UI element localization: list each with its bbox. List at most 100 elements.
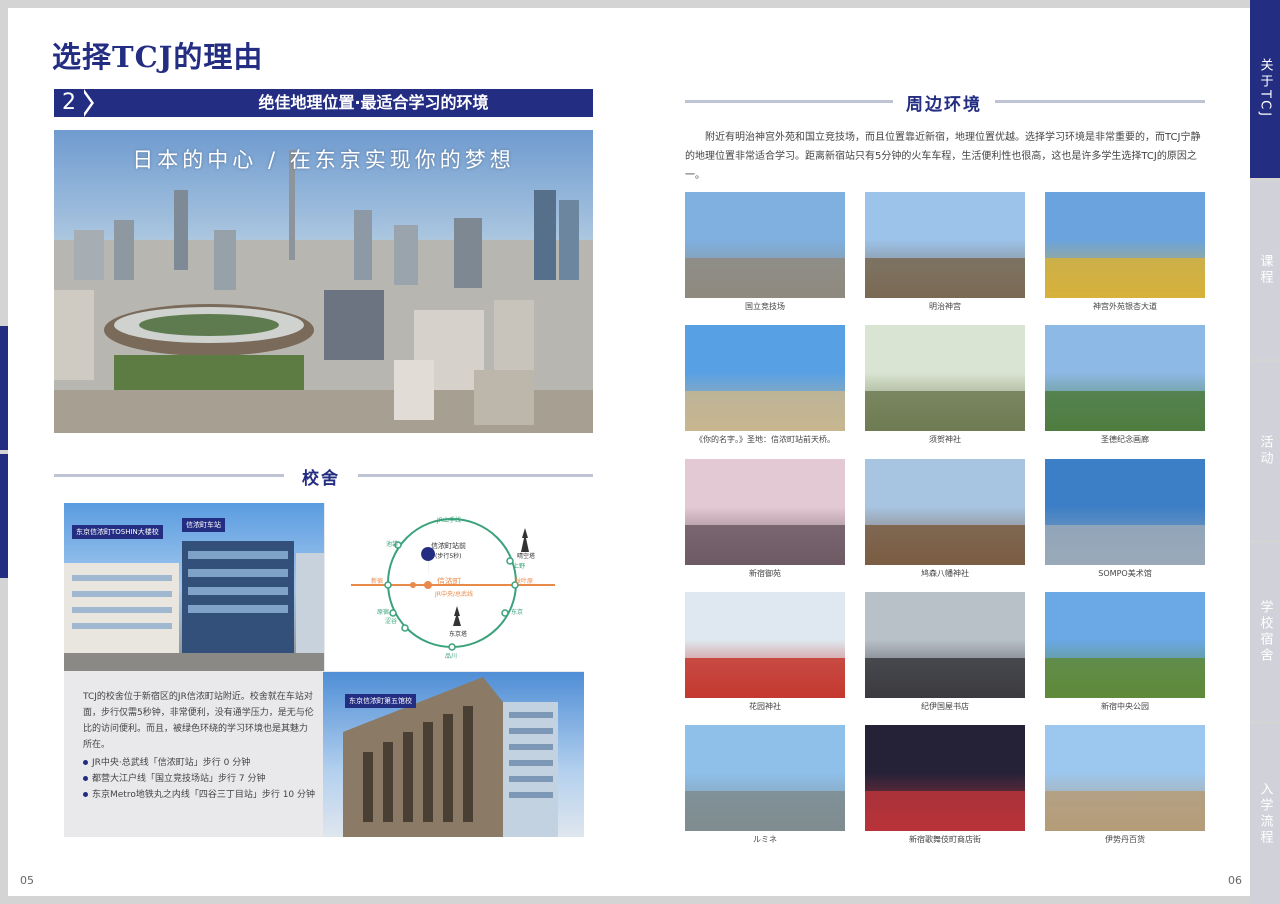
tab-label: 入学流程 (1257, 782, 1273, 846)
access-item: 东京Metro地铁丸之内线「四谷三丁目站」步行 10 分钟 (83, 787, 316, 803)
route-map-svg (351, 518, 555, 651)
access-item: 都营大江户线「国立竞技场站」步行 7 分钟 (83, 771, 316, 787)
map-harajuku: 原宿 (377, 609, 390, 616)
access-text: 东京Metro地铁丸之内线「四谷三丁目站」步行 10 分钟 (92, 790, 316, 800)
photo-ground (685, 790, 845, 831)
location-pin-icon (421, 547, 436, 579)
photo-card: 纪伊国屋书店 (865, 592, 1025, 713)
edge-tab-top (0, 326, 8, 450)
photo-card: 伊势丹百货 (1045, 725, 1205, 846)
photo-image (1045, 459, 1205, 565)
map-shinagawa: 品川 (445, 653, 458, 660)
photo-image (865, 325, 1025, 431)
photo-caption: 新宿御苑 (749, 569, 781, 578)
section-number: 2 (62, 90, 76, 115)
campus-building-photo: 东京信浓町TOSHIN大楼校 信浓町车站 (64, 503, 324, 671)
photo-ground (1045, 524, 1205, 565)
env-heading-line-left (685, 100, 893, 103)
photo-card: 国立竞技场 (685, 192, 845, 313)
skytree-icon (521, 528, 529, 552)
environment-text: 附近有明治神宫外苑和国立竞技场，而且位置靠近新宿，地理位置优越。选择学习环境是非… (685, 132, 1201, 181)
tab-label: 活动 (1257, 435, 1273, 467)
tab-about-tcj[interactable]: 关于TCJ (1250, 0, 1280, 178)
map-shinanomachi-info: 信浓町站前 (431, 542, 466, 550)
photo-image (685, 325, 845, 431)
hero-caption: 日本的中心 / 在东京实现你的梦想 (132, 148, 515, 172)
photo-image (865, 725, 1025, 831)
photo-ground (685, 657, 845, 698)
photo-ground (865, 790, 1025, 831)
photo-card: 花园神社 (685, 592, 845, 713)
photo-card: 《你的名字。》圣地：信浓町站前天桥。 (685, 325, 845, 446)
tokyo-skyline-photo: 日本的中心 / 在东京实现你的梦想 (54, 130, 593, 433)
tab-admission[interactable]: 入学流程 (1250, 724, 1280, 904)
station-label: 信浓町车站 (182, 518, 225, 532)
tab-dormitory[interactable]: 学校宿舍 (1250, 543, 1280, 721)
map-akihabara: 秋叶原 (515, 578, 534, 585)
photo-card: SOMPO美术馆 (1045, 459, 1205, 580)
photo-card: ルミネ (685, 725, 845, 846)
photo-card: 新宿歌舞伎町商店街 (865, 725, 1025, 846)
map-yamanote: JR山手线 (437, 517, 461, 524)
photo-caption: 花园神社 (749, 702, 781, 711)
photo-ground (685, 524, 845, 565)
photo-image (1045, 725, 1205, 831)
env-heading-line-right (995, 100, 1205, 103)
photo-caption: 须贺神社 (929, 435, 961, 444)
tab-activities[interactable]: 活动 (1250, 362, 1280, 540)
photo-caption: 鸠森八幡神社 (921, 569, 969, 578)
map-tower: 东京塔 (449, 631, 468, 638)
station-map: JR山手线 池袋 信浓町站前 (步行5秒) 晴空塔 上野 信浓町 秋叶原 新宿 … (325, 503, 584, 671)
photo-image (1045, 325, 1205, 431)
photo-image (685, 725, 845, 831)
photo-image (865, 459, 1025, 565)
access-item: JR中央·总武线「信浓町站」步行 0 分钟 (83, 755, 316, 771)
photo-caption: 新宿中央公园 (1101, 702, 1149, 711)
photo-image (1045, 592, 1205, 698)
skyline-illustration (54, 150, 593, 433)
bullet-icon (83, 776, 88, 781)
photo-card: 鸠森八幡神社 (865, 459, 1025, 580)
photo-image (685, 192, 845, 298)
photo-caption: 伊势丹百货 (1105, 835, 1145, 844)
photo-image (1045, 192, 1205, 298)
photo-ground (865, 257, 1025, 298)
section-title: 绝佳地理位置·最适合学习的环境 (258, 93, 489, 112)
photo-ground (1045, 390, 1205, 431)
access-text: JR中央·总武线「信浓町站」步行 0 分钟 (92, 758, 251, 768)
photo-caption: 圣德纪念画廊 (1101, 435, 1149, 444)
photo-card: 神宫外苑银杏大道 (1045, 192, 1205, 313)
page-title: 选择TCJ的理由 (52, 40, 264, 74)
photo-caption: 明治神宫 (929, 302, 961, 311)
photo-card: 新宿御苑 (685, 459, 845, 580)
photo-caption: SOMPO美术馆 (1098, 569, 1152, 578)
building1-label: 东京信浓町TOSHIN大楼校 (72, 525, 163, 539)
photo-image (685, 459, 845, 565)
photo-image (865, 592, 1025, 698)
heading-line-right (358, 474, 593, 477)
campus-description-text: TCJ的校舍位于新宿区的JR信浓町站附近。校舍就在车站对面，步行仅需5秒钟，非常… (83, 692, 314, 750)
photo-caption: 神宫外苑银杏大道 (1093, 302, 1157, 311)
photo-caption: 《你的名字。》圣地：信浓町站前天桥。 (695, 435, 835, 444)
map-shibuya: 涩谷 (385, 618, 398, 625)
map-tokyo: 东京 (511, 609, 524, 616)
photo-ground (1045, 790, 1205, 831)
map-walk: (步行5秒) (435, 553, 462, 560)
map-shinanomachi: 信浓町 (437, 577, 461, 586)
tokyo-tower-icon (453, 606, 461, 626)
photo-card: 须贺神社 (865, 325, 1025, 446)
photo-image (865, 192, 1025, 298)
tab-label: 课程 (1257, 254, 1273, 286)
map-ikebukuro: 池袋 (386, 541, 399, 548)
photo-image (685, 592, 845, 698)
building2-label: 东京信浓町第五馆校 (345, 694, 416, 708)
chevron-inner (81, 89, 91, 117)
bullet-icon (83, 760, 88, 765)
photo-card: 明治神宫 (865, 192, 1025, 313)
photo-caption: 新宿歌舞伎町商店街 (909, 835, 981, 844)
photo-ground (1045, 257, 1205, 298)
bullet-icon (83, 792, 88, 797)
tab-courses[interactable]: 课程 (1250, 181, 1280, 359)
photo-card: 新宿中央公园 (1045, 592, 1205, 713)
tab-label: 关于TCJ (1257, 58, 1273, 120)
